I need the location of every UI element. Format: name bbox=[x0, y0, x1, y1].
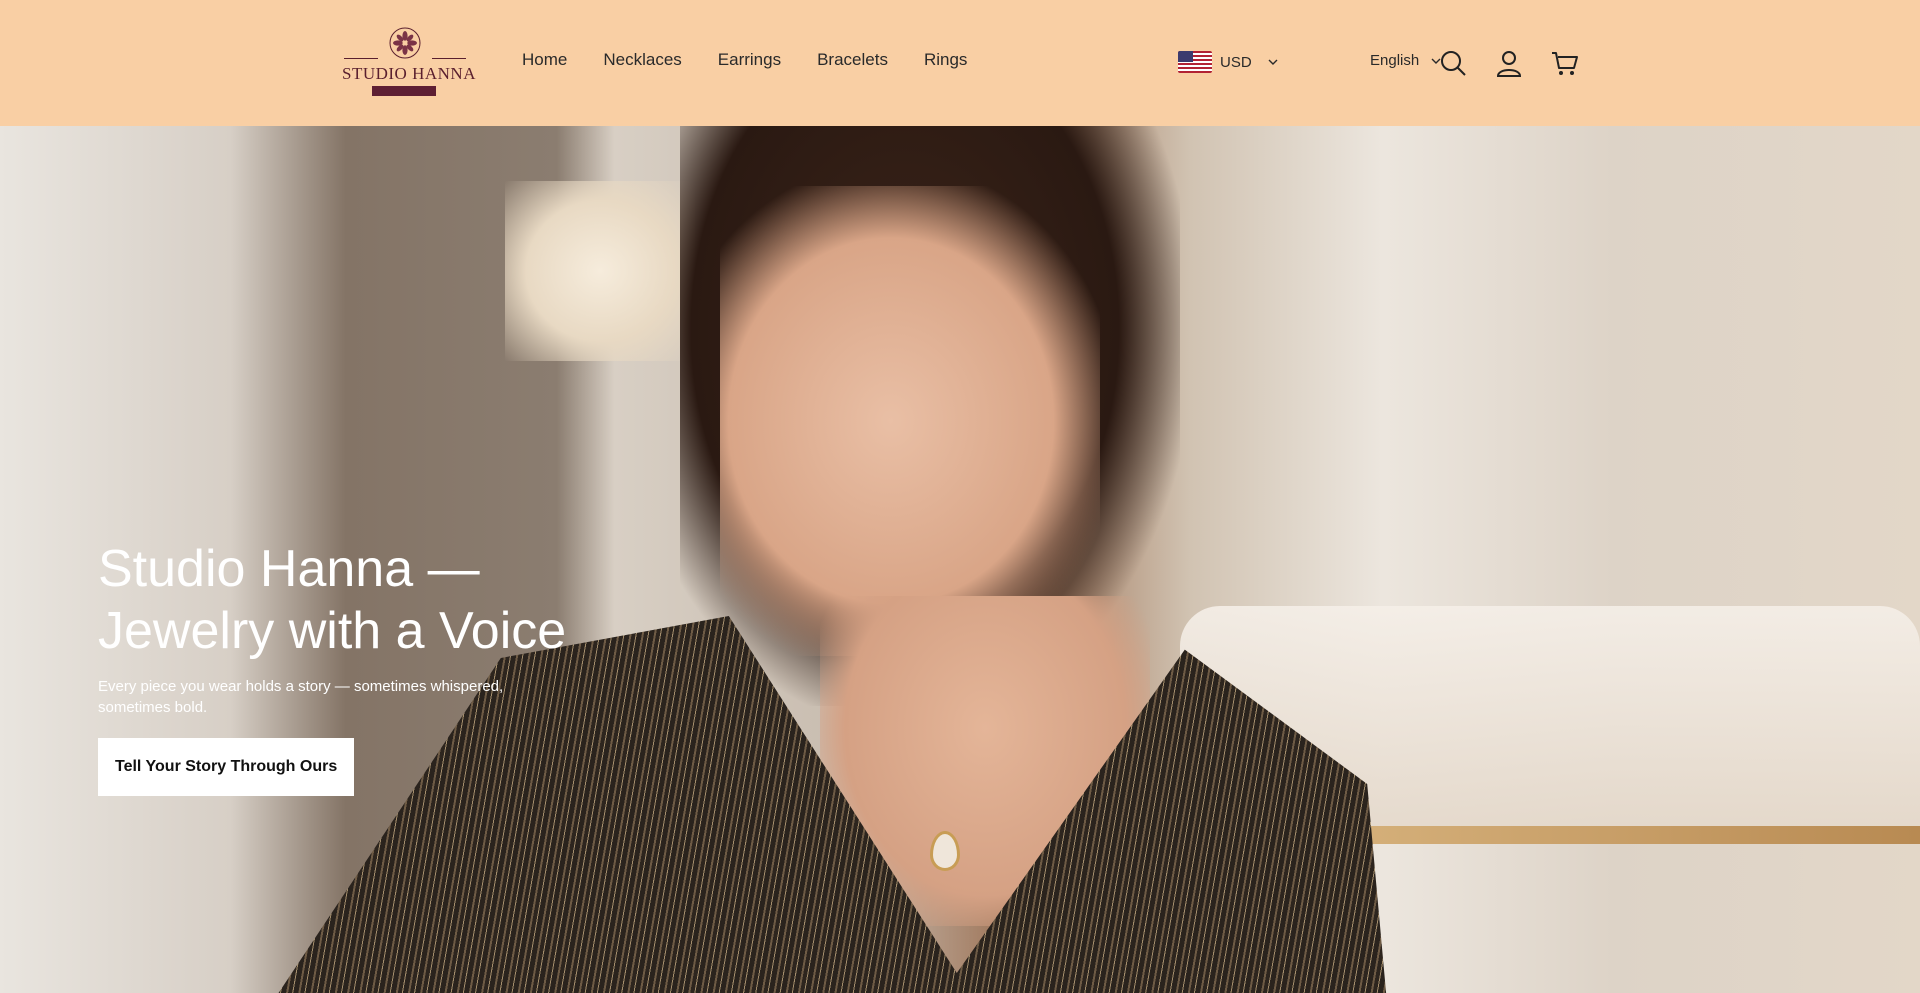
logo-bar bbox=[372, 86, 436, 96]
language-label: English bbox=[1370, 52, 1420, 69]
hero-model-face bbox=[720, 186, 1100, 656]
hero-cta-button[interactable]: Tell Your Story Through Ours bbox=[98, 738, 355, 796]
flower-emblem-icon bbox=[389, 27, 421, 59]
nav-item-rings[interactable]: Rings bbox=[924, 50, 967, 70]
hero-title-line-1: Studio Hanna — bbox=[98, 540, 480, 598]
language-selector[interactable]: English bbox=[1370, 52, 1443, 69]
hero-banner: Studio Hanna — Jewelry with a Voice Ever… bbox=[0, 126, 1920, 993]
pendant-image bbox=[930, 831, 960, 871]
hero-title-line-2: Jewelry with a Voice bbox=[98, 602, 567, 660]
brand-logo[interactable]: STUDIO HANNA bbox=[340, 24, 476, 102]
hero-copy: Studio Hanna — Jewelry with a Voice Ever… bbox=[98, 538, 698, 796]
search-icon[interactable] bbox=[1438, 48, 1468, 78]
hero-lamp-shape bbox=[505, 181, 695, 361]
hero-title: Studio Hanna — Jewelry with a Voice bbox=[98, 538, 698, 662]
hero-subtitle: Every piece you wear holds a story — som… bbox=[98, 678, 504, 716]
currency-label: USD bbox=[1220, 53, 1252, 71]
nav-item-earrings[interactable]: Earrings bbox=[718, 50, 781, 70]
user-icon[interactable] bbox=[1494, 48, 1524, 78]
hero-table-shape bbox=[1350, 826, 1920, 844]
chevron-down-icon bbox=[1268, 59, 1278, 65]
nav-item-home[interactable]: Home bbox=[522, 50, 567, 70]
logo-rule-left bbox=[344, 58, 378, 59]
logo-text: STUDIO HANNA bbox=[342, 64, 476, 83]
currency-selector[interactable]: USD bbox=[1178, 50, 1280, 74]
main-nav: Home Necklaces Earrings Bracelets Rings bbox=[522, 50, 1003, 70]
nav-item-necklaces[interactable]: Necklaces bbox=[603, 50, 681, 70]
logo-rule-right bbox=[432, 58, 466, 59]
site-header: STUDIO HANNA Home Necklaces Earrings Bra… bbox=[0, 0, 1920, 126]
cart-icon[interactable] bbox=[1550, 48, 1580, 78]
us-flag-icon bbox=[1178, 51, 1212, 73]
nav-item-bracelets[interactable]: Bracelets bbox=[817, 50, 888, 70]
